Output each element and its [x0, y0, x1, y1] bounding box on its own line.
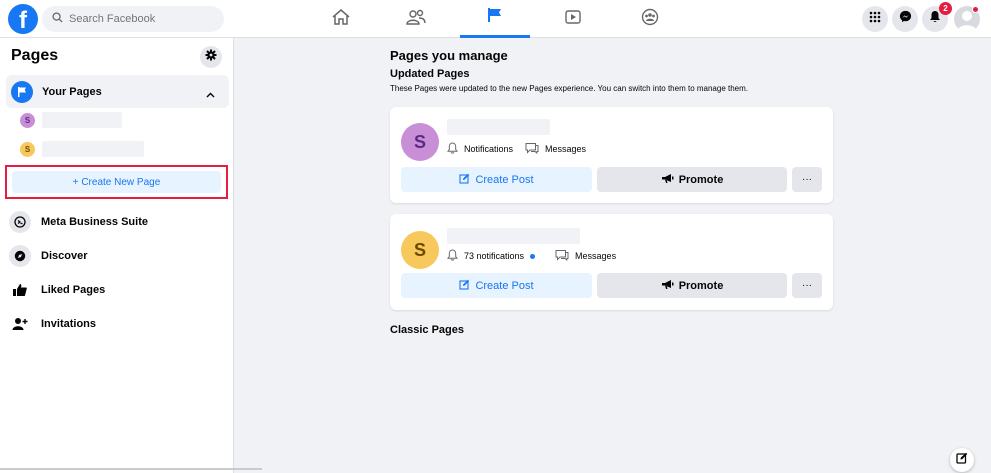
bell-icon [447, 249, 458, 263]
home-icon [331, 8, 351, 31]
sidebar-page-item[interactable]: S [20, 110, 230, 130]
create-page-highlight: + Create New Page [5, 165, 228, 199]
gear-icon [205, 48, 217, 66]
page-card: S 73 notifications Messages Create Post … [390, 214, 833, 310]
tab-friends[interactable] [381, 0, 451, 38]
section-description: These Pages were updated to the new Page… [390, 84, 749, 93]
edit-icon [459, 173, 470, 187]
more-options-button[interactable]: ··· [792, 273, 822, 298]
horizontal-scrollbar[interactable] [0, 468, 262, 470]
new-message-button[interactable] [950, 448, 974, 472]
page-avatar[interactable]: S [401, 123, 439, 161]
page-avatar[interactable]: S [401, 231, 439, 269]
meta-business-icon [9, 211, 31, 233]
tab-groups[interactable] [615, 0, 685, 38]
page-title: Pages you manage [390, 48, 508, 63]
your-pages-section[interactable]: Your Pages [6, 75, 229, 108]
promote-label: Promote [678, 173, 724, 186]
flag-icon [11, 80, 33, 103]
sidebar-item-label: Invitations [41, 318, 97, 330]
promote-button[interactable]: Promote [597, 167, 787, 192]
promote-label: Promote [678, 279, 724, 292]
create-post-button[interactable]: Create Post [401, 273, 592, 298]
menu-button[interactable] [862, 6, 888, 32]
discover-icon [9, 245, 31, 267]
edit-icon [459, 279, 470, 293]
message-icon [555, 249, 569, 263]
tab-pages[interactable] [460, 0, 530, 38]
flag-icon [486, 7, 504, 28]
section-title: Updated Pages [390, 68, 470, 80]
profile-status-dot [972, 6, 979, 13]
page-name-redacted [42, 112, 122, 128]
sidebar-item-label: Liked Pages [41, 284, 106, 296]
top-navigation-bar: f Search Facebook 2 [0, 0, 991, 38]
settings-button[interactable] [200, 46, 222, 68]
more-options-button[interactable]: ··· [792, 167, 822, 192]
megaphone-icon [661, 279, 674, 293]
message-icon [525, 142, 539, 156]
sidebar-page-item[interactable]: S [20, 139, 230, 159]
facebook-logo[interactable]: f [8, 4, 38, 34]
messenger-icon [899, 10, 912, 28]
notifications-link[interactable]: Notifications [464, 144, 513, 154]
search-box[interactable] [42, 6, 224, 32]
search-icon [52, 10, 63, 28]
sidebar-item-liked-pages[interactable]: Liked Pages [9, 277, 229, 303]
messages-link[interactable]: Messages [545, 144, 586, 154]
page-name-redacted [447, 228, 580, 244]
page-card-meta: Notifications Messages [447, 142, 586, 156]
page-card-meta: 73 notifications Messages [447, 249, 616, 263]
tab-watch[interactable] [538, 0, 608, 38]
sidebar-item-meta-business-suite[interactable]: Meta Business Suite [9, 209, 229, 235]
classic-pages-title: Classic Pages [390, 324, 464, 336]
groups-icon [641, 8, 659, 31]
like-icon [9, 279, 31, 301]
tab-home[interactable] [306, 0, 376, 38]
notifications-button[interactable]: 2 [922, 2, 952, 32]
page-name-redacted [42, 141, 144, 157]
compose-icon [956, 451, 968, 469]
notifications-link[interactable]: 73 notifications [464, 251, 524, 261]
messages-link[interactable]: Messages [575, 251, 616, 261]
video-icon [564, 9, 582, 30]
sidebar-item-label: Discover [41, 250, 88, 262]
grid-menu-icon [869, 10, 881, 28]
create-new-page-button[interactable]: + Create New Page [12, 171, 221, 193]
create-post-label: Create Post [475, 279, 534, 292]
search-input[interactable] [69, 13, 209, 25]
page-card: S Notifications Messages Create Post Pro… [390, 107, 833, 203]
sidebar-item-label: Meta Business Suite [41, 216, 148, 228]
sidebar-title: Pages [11, 47, 59, 64]
page-avatar: S [20, 141, 35, 157]
friends-icon [406, 8, 426, 31]
messenger-button[interactable] [892, 6, 918, 32]
megaphone-icon [661, 173, 674, 187]
sidebar-item-invitations[interactable]: Invitations [9, 311, 229, 337]
page-name-redacted [447, 119, 550, 135]
your-pages-label: Your Pages [42, 85, 102, 98]
chevron-up-icon[interactable] [206, 85, 215, 103]
invite-icon [9, 313, 31, 335]
pages-sidebar: Pages Your Pages S S + Create New Page M… [0, 38, 234, 473]
unread-dot [530, 253, 536, 259]
page-avatar: S [20, 112, 35, 128]
bell-icon [447, 142, 458, 156]
create-post-button[interactable]: Create Post [401, 167, 592, 192]
sidebar-item-discover[interactable]: Discover [9, 243, 229, 269]
create-post-label: Create Post [475, 173, 534, 186]
notification-count-badge: 2 [939, 2, 952, 15]
bell-icon [929, 10, 941, 28]
promote-button[interactable]: Promote [597, 273, 787, 298]
